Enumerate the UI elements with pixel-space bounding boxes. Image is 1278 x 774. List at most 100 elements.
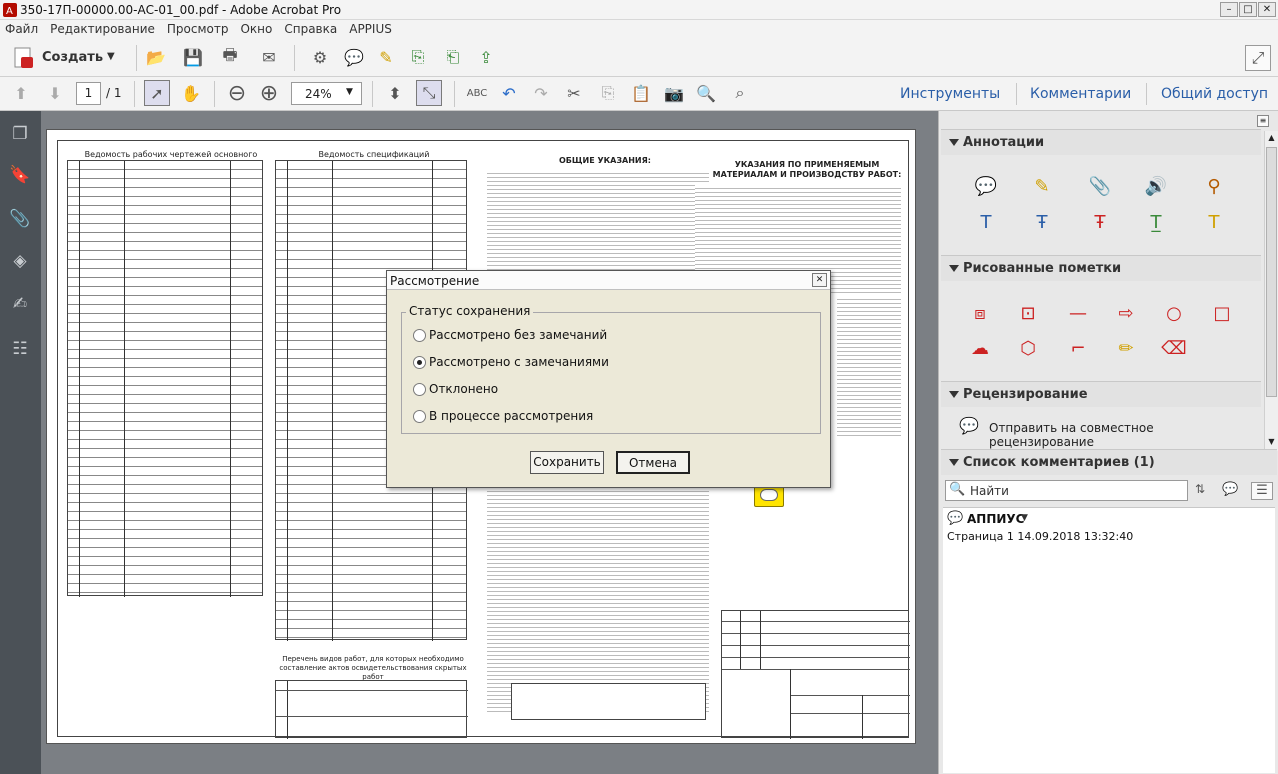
minimize-button[interactable]: –: [1220, 2, 1238, 17]
comment-search-input[interactable]: 🔍 Найти: [945, 480, 1188, 501]
zoom-in-icon[interactable]: ⊕: [256, 80, 282, 106]
sort-icon[interactable]: ⇅: [1195, 482, 1215, 500]
paste-icon[interactable]: 📋: [628, 80, 654, 106]
create-button[interactable]: Создать ▼: [8, 45, 128, 71]
maximize-button[interactable]: □: [1239, 2, 1257, 17]
undo-icon[interactable]: ↶: [496, 80, 522, 106]
replace-text-icon[interactable]: Ŧ: [1029, 211, 1055, 235]
eraser-icon[interactable]: ⌫: [1161, 337, 1187, 361]
binoculars-icon[interactable]: ⌕: [727, 80, 753, 106]
copy-icon[interactable]: ⎘: [595, 80, 621, 106]
bookmark-icon[interactable]: 🔖: [8, 163, 32, 187]
dialog-close-icon[interactable]: ✕: [812, 273, 827, 287]
attachment-icon[interactable]: 📎: [8, 207, 32, 231]
layers-icon[interactable]: ◈: [8, 249, 32, 273]
search-placeholder: Найти: [970, 484, 1009, 498]
polyline-icon[interactable]: ⌐: [1065, 337, 1091, 361]
menu-window[interactable]: Окно: [235, 20, 279, 36]
review-section[interactable]: Рецензирование: [941, 381, 1261, 407]
fit-width-icon[interactable]: ⬍: [382, 80, 408, 106]
panel-scrollbar[interactable]: ▲ ▼: [1264, 131, 1278, 451]
sticky-note-tool-icon[interactable]: 💬: [973, 175, 999, 199]
cut-icon[interactable]: ✂: [561, 80, 587, 106]
arrow-icon[interactable]: ⇨: [1113, 302, 1139, 326]
send-icon[interactable]: ⇪: [473, 44, 499, 70]
snapshot-icon[interactable]: 📷: [661, 80, 687, 106]
textbox-icon[interactable]: ⧈: [967, 302, 993, 326]
radio-no-remarks[interactable]: [413, 329, 426, 342]
scroll-down-icon[interactable]: ▼: [1266, 437, 1277, 447]
zoom-out-icon[interactable]: ⊖: [224, 80, 250, 106]
title-bar: A 350-17П-00000.00-АС-01_00.pdf - Adobe …: [0, 0, 1278, 20]
record-audio-icon[interactable]: 🔊: [1143, 175, 1169, 199]
create-label: Создать: [42, 50, 104, 65]
rectangle-icon[interactable]: □: [1209, 302, 1235, 326]
select-tool-icon[interactable]: ➚: [144, 80, 170, 106]
option-no-remarks-label: Рассмотрено без замечаний: [429, 328, 608, 342]
filter-comments-icon[interactable]: 💬: [1222, 482, 1242, 500]
radio-with-remarks[interactable]: [413, 356, 426, 369]
next-page-icon[interactable]: ⬇: [42, 80, 68, 106]
stamp-icon[interactable]: ⚲: [1201, 175, 1227, 199]
radio-in-review[interactable]: [413, 410, 426, 423]
menu-appius[interactable]: APPIUS: [344, 20, 399, 36]
collapse-triangle-icon: [949, 265, 959, 272]
panel-options-icon[interactable]: ≡: [1257, 115, 1269, 127]
chevron-down-icon[interactable]: ▼: [1021, 513, 1028, 523]
import-icon[interactable]: ⎗: [440, 44, 466, 70]
export-icon[interactable]: ⎘: [405, 44, 431, 70]
scrollbar-thumb[interactable]: [1266, 147, 1277, 397]
comment-list-section[interactable]: Список комментариев (1): [941, 449, 1277, 475]
structure-icon[interactable]: ☷: [8, 337, 32, 361]
oval-icon[interactable]: ○: [1161, 302, 1187, 326]
add-note-to-text-icon[interactable]: T: [1201, 211, 1227, 235]
underline-icon[interactable]: T̲: [1143, 211, 1169, 235]
page-number-input[interactable]: 1: [76, 82, 101, 105]
comments-panel: ≡ ▲ ▼ Аннотации 💬 ✎ 📎 🔊 ⚲ T Ŧ Ŧ T̲ T Рис…: [938, 111, 1278, 774]
expand-icon[interactable]: ⤢: [1245, 45, 1271, 71]
menu-file[interactable]: Файл: [0, 20, 45, 36]
close-button[interactable]: ✕: [1258, 2, 1276, 17]
open-folder-icon[interactable]: 📂: [143, 44, 169, 70]
tab-comments[interactable]: Комментарии: [1030, 86, 1131, 102]
callout-icon[interactable]: ⊡: [1015, 302, 1041, 326]
menu-view[interactable]: Просмотр: [162, 20, 236, 36]
attach-file-icon[interactable]: 📎: [1087, 175, 1113, 199]
comment-icon[interactable]: 💬: [341, 44, 367, 70]
insert-text-icon[interactable]: T: [973, 211, 999, 235]
save-icon[interactable]: 💾: [180, 44, 206, 70]
cancel-button[interactable]: Отмена: [616, 451, 690, 474]
gear-icon[interactable]: ⚙: [307, 44, 333, 70]
search-icon[interactable]: 🔍: [693, 80, 719, 106]
cloud-icon[interactable]: ☁: [967, 337, 993, 361]
radio-rejected[interactable]: [413, 383, 426, 396]
redo-icon[interactable]: ↷: [528, 80, 554, 106]
strikethrough-icon[interactable]: Ŧ: [1087, 211, 1113, 235]
polygon-icon[interactable]: ⬡: [1015, 337, 1041, 361]
print-icon[interactable]: 🖶: [217, 44, 243, 70]
hand-tool-icon[interactable]: ✋: [178, 80, 204, 106]
line-icon[interactable]: —: [1065, 302, 1091, 326]
pencil-icon[interactable]: ✏: [1113, 337, 1139, 361]
scroll-up-icon[interactable]: ▲: [1266, 133, 1277, 143]
drawing-marks-section[interactable]: Рисованные пометки: [941, 255, 1261, 281]
previous-page-icon[interactable]: ⬆: [8, 80, 34, 106]
chevron-down-icon: ▼: [346, 87, 353, 97]
email-icon[interactable]: ✉: [256, 44, 282, 70]
options-menu-icon[interactable]: ☰: [1251, 482, 1273, 500]
comment-item[interactable]: 💬 АППИУС ▼ Страница 1 14.09.2018 13:32:4…: [943, 508, 1273, 548]
highlight-icon[interactable]: ✎: [373, 44, 399, 70]
tab-tools[interactable]: Инструменты: [900, 86, 1000, 102]
pages-icon[interactable]: ❐: [8, 122, 32, 146]
highlight-tool-icon[interactable]: ✎: [1029, 175, 1055, 199]
fit-page-icon[interactable]: ⤡: [416, 80, 442, 106]
menu-edit[interactable]: Редактирование: [45, 20, 162, 36]
signatures-icon[interactable]: ✍: [8, 292, 32, 316]
send-shared-review-button[interactable]: 💬 Отправить на совместное рецензирование: [959, 416, 1259, 449]
tab-share[interactable]: Общий доступ: [1161, 86, 1268, 102]
zoom-select[interactable]: 24% ▼: [291, 82, 362, 105]
menu-help[interactable]: Справка: [279, 20, 344, 36]
save-button[interactable]: Сохранить: [530, 451, 604, 474]
annotations-section[interactable]: Аннотации: [941, 129, 1261, 155]
spellcheck-icon[interactable]: ABC: [464, 80, 490, 106]
